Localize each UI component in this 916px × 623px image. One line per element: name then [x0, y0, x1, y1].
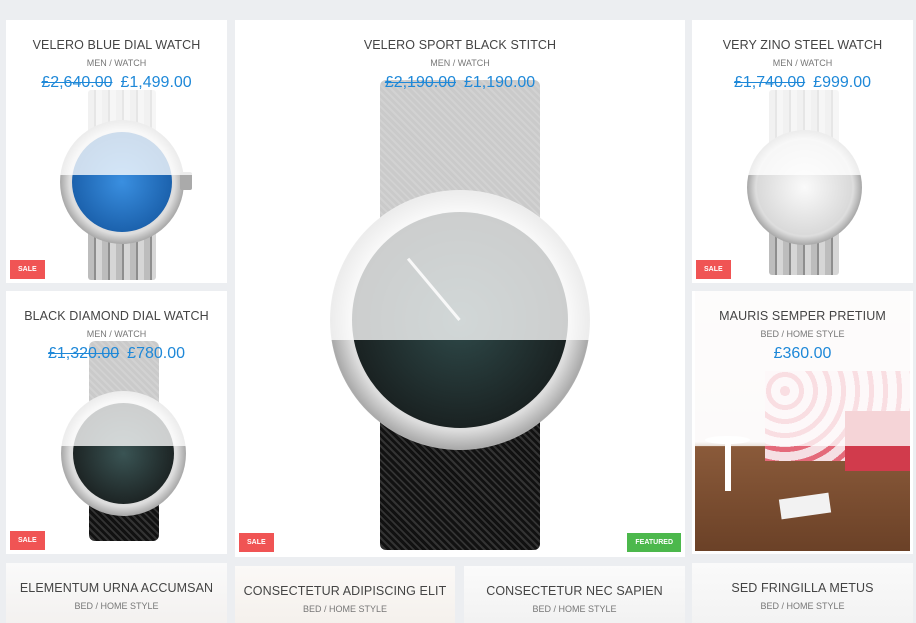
- sale-price: £1,190.00: [464, 74, 536, 91]
- product-card[interactable]: CONSECTETUR NEC SAPIEN BED / HOME STYLE: [464, 566, 685, 623]
- category-link[interactable]: BED: [760, 601, 779, 611]
- product-title[interactable]: SED FRINGILLA METUS: [692, 581, 913, 595]
- old-price: £1,320.00: [47, 345, 120, 362]
- sale-price: £780.00: [127, 345, 186, 362]
- sale-badge: SALE: [696, 260, 731, 279]
- product-category: BED / HOME STYLE: [760, 329, 845, 339]
- product-category: BED / HOME STYLE: [74, 601, 159, 611]
- category-link[interactable]: MEN: [87, 58, 107, 68]
- product-category: BED / HOME STYLE: [302, 604, 388, 614]
- product-title[interactable]: BLACK DIAMOND DIAL WATCH: [6, 309, 227, 323]
- category-link[interactable]: HOME STYLE: [559, 604, 617, 614]
- category-link[interactable]: HOME STYLE: [101, 601, 159, 611]
- product-price: £2,190.00 £1,190.00: [235, 74, 685, 92]
- category-link[interactable]: WATCH: [114, 58, 146, 68]
- category-link[interactable]: HOME STYLE: [787, 601, 845, 611]
- category-link[interactable]: BED: [74, 601, 93, 611]
- product-card[interactable]: SED FRINGILLA METUS BED / HOME STYLE: [692, 563, 913, 623]
- product-card[interactable]: BLACK DIAMOND DIAL WATCH MEN / WATCH £1,…: [6, 291, 227, 554]
- product-title[interactable]: CONSECTETUR ADIPISCING ELIT: [235, 584, 455, 598]
- product-card[interactable]: ELEMENTUM URNA ACCUMSAN BED / HOME STYLE: [6, 563, 227, 623]
- category-link[interactable]: WATCH: [114, 329, 146, 339]
- category-link[interactable]: HOME STYLE: [329, 604, 387, 614]
- category-link[interactable]: WATCH: [800, 58, 832, 68]
- product-category: BED / HOME STYLE: [760, 601, 845, 611]
- category-link[interactable]: BED: [760, 329, 779, 339]
- category-link[interactable]: MEN: [87, 329, 107, 339]
- old-price: £2,190.00: [384, 74, 456, 91]
- sale-price: £999.00: [813, 74, 872, 91]
- sale-price: £1,499.00: [120, 74, 192, 91]
- sale-badge: SALE: [10, 260, 45, 279]
- sale-badge: SALE: [10, 531, 45, 550]
- product-category: MEN / WATCH: [86, 58, 147, 68]
- category-link[interactable]: BED: [532, 604, 551, 614]
- product-price: £1,740.00 £999.00: [692, 74, 913, 92]
- product-card[interactable]: VELERO SPORT BLACK STITCH MEN / WATCH £2…: [235, 20, 685, 557]
- product-price: £1,320.00 £780.00: [6, 345, 227, 363]
- product-title[interactable]: VELERO SPORT BLACK STITCH: [235, 38, 685, 52]
- product-category: MEN / WATCH: [86, 329, 147, 339]
- product-price: £360.00: [692, 345, 913, 363]
- category-link[interactable]: MEN: [773, 58, 793, 68]
- category-link[interactable]: WATCH: [458, 58, 490, 68]
- product-price: £2,640.00 £1,499.00: [6, 74, 227, 92]
- product-card[interactable]: VELERO BLUE DIAL WATCH MEN / WATCH £2,64…: [6, 20, 227, 283]
- old-price: £1,740.00: [733, 74, 806, 91]
- product-title[interactable]: CONSECTETUR NEC SAPIEN: [464, 584, 685, 598]
- product-image[interactable]: [235, 20, 685, 557]
- product-category: MEN / WATCH: [772, 58, 833, 68]
- old-price: £2,640.00: [41, 74, 113, 91]
- product-card[interactable]: VERY ZINO STEEL WATCH MEN / WATCH £1,740…: [692, 20, 913, 283]
- category-link[interactable]: HOME STYLE: [787, 329, 845, 339]
- category-link[interactable]: MEN: [430, 58, 450, 68]
- product-title[interactable]: MAURIS SEMPER PRETIUM: [692, 309, 913, 323]
- product-title[interactable]: VERY ZINO STEEL WATCH: [692, 38, 913, 52]
- product-category: MEN / WATCH: [430, 58, 490, 68]
- sale-price: £360.00: [773, 345, 832, 362]
- product-title[interactable]: VELERO BLUE DIAL WATCH: [6, 38, 227, 52]
- product-card[interactable]: CONSECTETUR ADIPISCING ELIT BED / HOME S…: [235, 566, 455, 623]
- product-category: BED / HOME STYLE: [532, 604, 617, 614]
- featured-badge: FEATURED: [627, 533, 681, 552]
- product-card[interactable]: MAURIS SEMPER PRETIUM BED / HOME STYLE £…: [692, 291, 913, 554]
- category-link[interactable]: BED: [303, 604, 322, 614]
- sale-badge: SALE: [239, 533, 274, 552]
- product-title[interactable]: ELEMENTUM URNA ACCUMSAN: [6, 581, 227, 595]
